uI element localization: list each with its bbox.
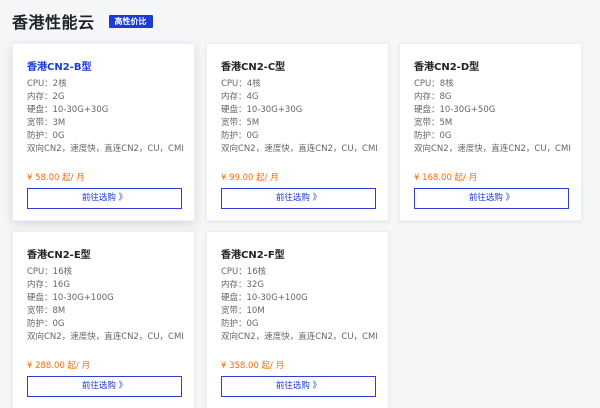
spec-protection: 防护：0G <box>27 131 65 141</box>
spec-network: 双向CN2，速度快，直连CN2，CU，CMI <box>27 332 184 342</box>
spec-disk: 硬盘：10-30G+30G <box>221 105 303 115</box>
plan-card-f: 香港CN2-F型 CPU：16核 内存：32G 硬盘：10-30G+100G 宽… <box>206 231 389 408</box>
spec-network: 双向CN2，速度快，直连CN2，CU，CMI <box>221 144 378 154</box>
spec-bandwidth: 宽带：5M <box>414 118 453 128</box>
spec-network: 双向CN2，速度快，直连CN2，CU，CMI <box>27 144 184 154</box>
spec-bandwidth: 宽带：10M <box>221 306 265 316</box>
plan-name[interactable]: 香港CN2-F型 <box>221 246 285 261</box>
plan-card-c: 香港CN2-C型 CPU：4核 内存：4G 硬盘：10-30G+30G 宽带：5… <box>206 43 389 221</box>
plan-name[interactable]: 香港CN2-E型 <box>27 246 91 261</box>
header: 香港性能云 高性价比 <box>12 10 153 32</box>
plan-price: ¥ 58.00 起/ 月 <box>27 173 85 183</box>
spec-protection: 防护：0G <box>221 131 259 141</box>
buy-button[interactable]: 前往选购 》 <box>414 188 569 209</box>
spec-bandwidth: 宽带：5M <box>221 118 260 128</box>
plan-specs: CPU：4核 内存：4G 硬盘：10-30G+30G 宽带：5M 防护：0G 双… <box>221 78 378 156</box>
spec-protection: 防护：0G <box>27 319 65 329</box>
plan-price: ¥ 168.00 起/ 月 <box>414 173 478 183</box>
plan-name[interactable]: 香港CN2-C型 <box>221 58 285 73</box>
spec-memory: 内存：2G <box>27 92 65 102</box>
plan-specs: CPU：2核 内存：2G 硬盘：10-30G+30G 宽带：3M 防护：0G 双… <box>27 78 184 156</box>
page: 香港性能云 高性价比 香港CN2-B型 CPU：2核 内存：2G 硬盘：10-3… <box>0 0 600 408</box>
plan-card-e: 香港CN2-E型 CPU：16核 内存：16G 硬盘：10-30G+100G 宽… <box>12 231 195 408</box>
spec-disk: 硬盘：10-30G+100G <box>27 293 114 303</box>
plan-name[interactable]: 香港CN2-B型 <box>27 58 91 73</box>
spec-protection: 防护：0G <box>221 319 259 329</box>
spec-bandwidth: 宽带：8M <box>27 306 66 316</box>
spec-protection: 防护：0G <box>414 131 452 141</box>
spec-network: 双向CN2，速度快，直连CN2，CU，CMI <box>221 332 378 342</box>
spec-cpu: CPU：16核 <box>27 267 73 277</box>
buy-button[interactable]: 前往选购 》 <box>27 376 182 397</box>
plan-card-d: 香港CN2-D型 CPU：8核 内存：8G 硬盘：10-30G+50G 宽带：5… <box>399 43 582 221</box>
plan-price: ¥ 358.00 起/ 月 <box>221 361 285 371</box>
spec-disk: 硬盘：10-30G+100G <box>221 293 308 303</box>
buy-button[interactable]: 前往选购 》 <box>221 376 376 397</box>
buy-button[interactable]: 前往选购 》 <box>27 188 182 209</box>
plan-specs: CPU：16核 内存：16G 硬盘：10-30G+100G 宽带：8M 防护：0… <box>27 266 184 344</box>
buy-button[interactable]: 前往选购 》 <box>221 188 376 209</box>
spec-network: 双向CN2，速度快，直连CN2，CU，CMI <box>414 144 571 154</box>
plan-specs: CPU：8核 内存：8G 硬盘：10-30G+50G 宽带：5M 防护：0G 双… <box>414 78 571 156</box>
spec-cpu: CPU：4核 <box>221 79 261 89</box>
spec-memory: 内存：4G <box>221 92 259 102</box>
spec-bandwidth: 宽带：3M <box>27 118 66 128</box>
spec-disk: 硬盘：10-30G+30G <box>27 105 109 115</box>
spec-memory: 内存：32G <box>221 280 264 290</box>
plan-specs: CPU：16核 内存：32G 硬盘：10-30G+100G 宽带：10M 防护：… <box>221 266 378 344</box>
spec-memory: 内存：16G <box>27 280 70 290</box>
spec-memory: 内存：8G <box>414 92 452 102</box>
spec-cpu: CPU：2核 <box>27 79 67 89</box>
plan-card-b: 香港CN2-B型 CPU：2核 内存：2G 硬盘：10-30G+30G 宽带：3… <box>12 43 195 221</box>
plan-name[interactable]: 香港CN2-D型 <box>414 58 479 73</box>
page-title: 香港性能云 <box>12 13 95 32</box>
spec-cpu: CPU：8核 <box>414 79 454 89</box>
plan-price: ¥ 288.00 起/ 月 <box>27 361 91 371</box>
spec-disk: 硬盘：10-30G+50G <box>414 105 496 115</box>
spec-cpu: CPU：16核 <box>221 267 267 277</box>
value-badge: 高性价比 <box>108 14 153 28</box>
plan-price: ¥ 99.00 起/ 月 <box>221 173 279 183</box>
